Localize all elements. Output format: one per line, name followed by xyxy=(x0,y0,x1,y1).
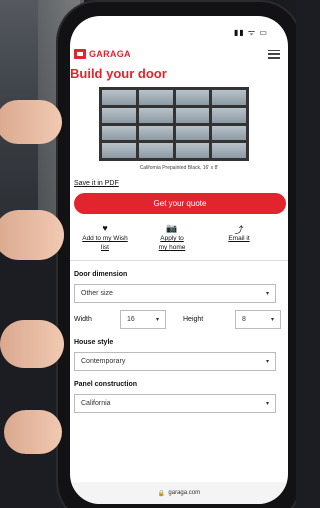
lock-icon: 🔒 xyxy=(157,490,166,497)
phone-screen: ▮▮ ᯤ ▭ GARAGA Build your door California… xyxy=(70,16,288,504)
panel-construction-heading: Panel construction xyxy=(74,381,138,388)
width-value: 16 xyxy=(127,316,135,323)
panel-construction-select[interactable]: California ▾ xyxy=(74,394,276,413)
action-row: ♥ Add to my Wish list 📷 Apply to my home… xyxy=(76,223,268,252)
chevron-down-icon: ▾ xyxy=(270,317,274,323)
height-select[interactable]: 8 ▾ xyxy=(235,310,281,329)
page-title: Build your door xyxy=(70,66,167,81)
door-caption: California Prepainted Black, 16' x 8' xyxy=(139,165,219,171)
door-preview-image xyxy=(99,87,249,161)
wishlist-label-1: Add to my Wish xyxy=(82,235,128,242)
hamburger-menu-icon[interactable] xyxy=(268,49,280,59)
garaga-logo-icon xyxy=(74,49,86,59)
email-action[interactable]: ⤴ Email it xyxy=(210,223,268,252)
email-label: Email it xyxy=(228,235,250,242)
garaga-logo[interactable]: GARAGA xyxy=(74,49,131,59)
apply-home-label-1: Apply to xyxy=(160,235,184,242)
apply-home-label-2: my home xyxy=(158,244,186,251)
site-header: GARAGA xyxy=(70,42,288,66)
house-style-value: Contemporary xyxy=(81,358,126,365)
holding-hand xyxy=(0,70,80,500)
panel-construction-value: California xyxy=(81,400,111,407)
chevron-down-icon: ▾ xyxy=(265,291,269,297)
house-style-select[interactable]: Contemporary ▾ xyxy=(74,352,276,371)
status-bar: ▮▮ ᯤ ▭ xyxy=(70,16,288,42)
wishlist-label-2: list xyxy=(101,244,109,251)
chevron-down-icon: ▾ xyxy=(155,317,159,323)
wishlist-action[interactable]: ♥ Add to my Wish list xyxy=(76,223,134,252)
share-icon: ⤴ xyxy=(234,225,244,235)
chevron-down-icon: ▾ xyxy=(265,359,269,365)
dimension-row: Width 16 ▾ Height 8 ▾ xyxy=(74,310,288,329)
brand-name: GARAGA xyxy=(89,49,131,59)
divider xyxy=(70,260,288,261)
save-pdf-link[interactable]: Save it in PDF xyxy=(74,180,288,187)
height-label: Height xyxy=(183,316,204,323)
browser-url-bar[interactable]: 🔒 garaga.com xyxy=(70,482,288,504)
configurator: Build your door California Prepainted Bl… xyxy=(70,66,288,413)
house-style-heading: House style xyxy=(74,339,114,346)
camera-icon: 📷 xyxy=(166,223,178,233)
url-text: garaga.com xyxy=(168,490,201,496)
heart-icon: ♥ xyxy=(102,223,108,233)
signal-wifi-battery-icon: ▮▮ ᯤ ▭ xyxy=(233,28,268,37)
size-select-value: Other size xyxy=(81,290,113,297)
photo-scene: ▮▮ ᯤ ▭ GARAGA Build your door California… xyxy=(0,0,296,508)
door-dimension-heading: Door dimension xyxy=(74,271,128,278)
size-select[interactable]: Other size ▾ xyxy=(74,284,276,303)
chevron-down-icon: ▾ xyxy=(265,401,269,407)
height-value: 8 xyxy=(242,316,246,323)
apply-home-action[interactable]: 📷 Apply to my home xyxy=(143,223,201,252)
smartphone: ▮▮ ᯤ ▭ GARAGA Build your door California… xyxy=(58,2,296,508)
get-quote-button[interactable]: Get your quote xyxy=(74,193,286,214)
width-select[interactable]: 16 ▾ xyxy=(120,310,166,329)
width-label: Width xyxy=(74,316,92,323)
